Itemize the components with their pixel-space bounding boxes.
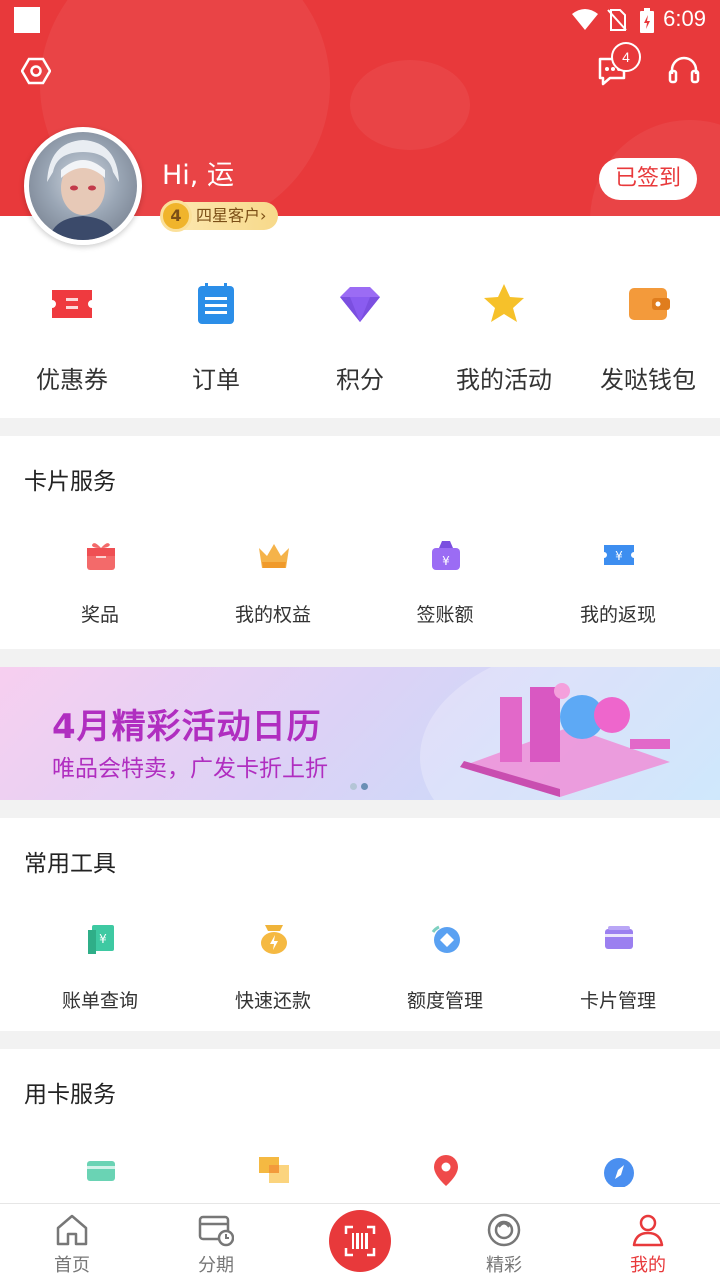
wifi-icon <box>572 9 598 30</box>
notification-icon <box>14 7 40 33</box>
star-icon <box>484 284 524 322</box>
tab-installment[interactable]: 分期 <box>144 1204 288 1280</box>
card-manage-icon <box>605 926 633 949</box>
card-icon <box>87 1161 115 1181</box>
chevron-right-icon: › <box>260 206 267 225</box>
credit-limit-icon <box>431 925 460 953</box>
pager-dot <box>350 783 357 790</box>
quick-item-label: 发哒钱包 <box>600 366 696 394</box>
bill-icon: ¥ <box>88 925 114 954</box>
quick-item-label: 积分 <box>336 366 384 394</box>
home-icon <box>56 1214 88 1246</box>
gift-icon <box>87 543 115 570</box>
discover-icon <box>487 1213 521 1247</box>
tab-label: 精彩 <box>486 1255 522 1276</box>
card-service-label: 签账额 <box>416 604 474 626</box>
svg-text:¥: ¥ <box>99 932 107 946</box>
tool-label: 账单查询 <box>61 990 138 1012</box>
overlap-squares-icon <box>259 1157 289 1183</box>
diamond-icon <box>340 287 380 322</box>
money-bag-icon: ¥ <box>432 541 460 570</box>
card-service-label: 奖品 <box>80 604 119 626</box>
compass-icon <box>604 1158 634 1187</box>
banner-title: 4月精彩活动日历 <box>52 707 322 747</box>
card-service-section: 卡片服务 奖品 我的权益 ¥ 签账额 ¥ 我的返现 <box>0 436 720 649</box>
profile-icon <box>632 1214 664 1247</box>
svg-text:¥: ¥ <box>615 549 623 563</box>
scan-barcode-button[interactable] <box>329 1210 391 1272</box>
banner-illustration <box>460 683 670 797</box>
promo-banner[interactable]: 4月精彩活动日历 唯品会特卖，广发卡折上折 <box>0 667 720 800</box>
avatar[interactable] <box>24 127 142 245</box>
tool-label: 快速还款 <box>234 990 311 1012</box>
message-count-badge: 4 <box>611 42 641 72</box>
crown-icon <box>259 544 289 568</box>
banner-pager <box>350 775 372 794</box>
quick-repay-icon <box>261 925 287 954</box>
battery-charging-icon <box>640 8 654 33</box>
coupon-icon <box>52 290 92 318</box>
banner-subtitle: 唯品会特卖，广发卡折上折 <box>52 756 328 782</box>
section-title: 用卡服务 <box>24 1082 116 1108</box>
quick-item-label: 订单 <box>192 366 240 394</box>
tab-home[interactable]: 首页 <box>0 1204 144 1280</box>
avatar-image <box>47 140 119 240</box>
tab-profile[interactable]: 我的 <box>576 1204 720 1280</box>
card-service-label: 我的返现 <box>579 604 656 626</box>
settings-hexagon-icon[interactable] <box>21 56 51 86</box>
card-service-label: 我的权益 <box>234 604 311 626</box>
common-tools-section: 常用工具 ¥ 账单查询 快速还款 额度管理 卡片管理 <box>0 818 720 1031</box>
wallet-icon <box>629 288 670 320</box>
tab-discover[interactable]: 精彩 <box>432 1204 576 1280</box>
level-medal-icon: 4 <box>160 200 192 232</box>
cashback-ticket-icon: ¥ <box>604 545 634 565</box>
signed-in-button[interactable]: 已签到 <box>599 158 697 200</box>
header-decoration <box>350 60 470 150</box>
user-greeting: Hi, 运 <box>162 160 234 191</box>
member-level-label: 四星客户 <box>196 206 261 225</box>
status-time: 6:09 <box>663 6 706 31</box>
customer-service-headset-icon[interactable] <box>667 54 701 88</box>
card-use-section: 用卡服务 <box>0 1049 720 1209</box>
quick-entry-row: 优惠券 订单 积分 我的活动 发哒钱包 <box>0 216 720 418</box>
quick-item-label: 我的活动 <box>456 366 552 394</box>
pager-dot-active <box>361 783 368 790</box>
location-pin-icon <box>434 1155 458 1186</box>
order-list-icon <box>198 283 234 324</box>
tab-label: 我的 <box>630 1255 666 1276</box>
svg-text:¥: ¥ <box>442 554 450 568</box>
tab-label: 首页 <box>54 1255 90 1276</box>
section-title: 常用工具 <box>24 851 116 877</box>
no-sim-icon <box>607 9 627 31</box>
section-title: 卡片服务 <box>24 469 116 495</box>
member-level-badge[interactable]: 4 四星客户› <box>160 200 279 232</box>
tab-label: 分期 <box>198 1255 234 1276</box>
tool-label: 卡片管理 <box>579 990 656 1012</box>
status-bar: 6:09 <box>0 0 720 40</box>
quick-item-label: 优惠券 <box>36 366 108 394</box>
tool-label: 额度管理 <box>406 990 483 1012</box>
scan-barcode-icon <box>344 1225 376 1257</box>
installment-icon <box>198 1215 234 1247</box>
